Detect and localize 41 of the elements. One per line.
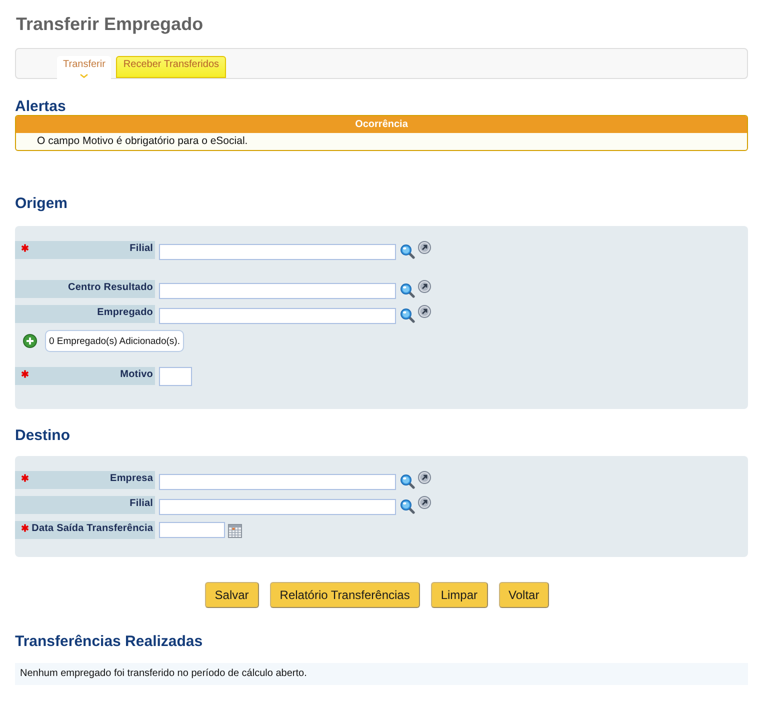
- field-label: Filial: [130, 497, 153, 511]
- action-button[interactable]: Voltar: [498, 582, 550, 608]
- input-field[interactable]: [159, 308, 396, 324]
- arrow-circle-icon[interactable]: [418, 241, 431, 254]
- arrow-circle-icon[interactable]: [418, 496, 431, 509]
- field-label: Data Saída Transferência: [32, 522, 153, 536]
- search-icon[interactable]: [400, 244, 415, 259]
- section-heading: Alertas: [15, 98, 67, 115]
- action-button[interactable]: Relatório Transferências: [270, 582, 420, 608]
- action-button[interactable]: Limpar: [430, 582, 488, 608]
- input-field[interactable]: [159, 499, 396, 515]
- search-icon[interactable]: [400, 308, 415, 323]
- chevron-icon: [80, 74, 88, 78]
- input-field[interactable]: [159, 283, 396, 299]
- search-icon[interactable]: [400, 474, 415, 489]
- add-icon[interactable]: [23, 334, 37, 348]
- section-heading: Transferências Realizadas: [15, 633, 204, 650]
- page-title: Transferir Empregado: [16, 13, 204, 35]
- field-label: Empregado: [97, 306, 153, 320]
- column-header: Ocorrência: [16, 116, 747, 133]
- field-label: Centro Resultado: [68, 281, 153, 295]
- section-heading: Destino: [15, 427, 72, 444]
- search-icon[interactable]: [400, 283, 415, 298]
- section-heading: Origem: [15, 195, 69, 212]
- input-field[interactable]: [159, 474, 396, 490]
- field-label: Filial: [130, 242, 153, 256]
- calendar-icon[interactable]: [228, 524, 242, 538]
- added-count: 0 Empregado(s) Adicionado(s).: [45, 330, 184, 352]
- input-field[interactable]: [159, 244, 396, 260]
- alert-message: O campo Motivo é obrigatório para o eSocial.: [36, 134, 249, 149]
- arrow-circle-icon[interactable]: [418, 280, 431, 293]
- arrow-circle-icon[interactable]: [418, 305, 431, 318]
- tab[interactable]: Receber Transferidos: [116, 56, 226, 78]
- field-label: Empresa: [110, 472, 153, 486]
- action-button[interactable]: Salvar: [204, 582, 259, 608]
- empty-message: Nenhum empregado foi transferido no período de cálculo aberto.: [15, 663, 748, 685]
- field-label: Motivo: [120, 368, 153, 382]
- input-field[interactable]: [159, 367, 192, 386]
- search-icon[interactable]: [400, 499, 415, 514]
- arrow-circle-icon[interactable]: [418, 471, 431, 484]
- date-field[interactable]: [159, 522, 225, 538]
